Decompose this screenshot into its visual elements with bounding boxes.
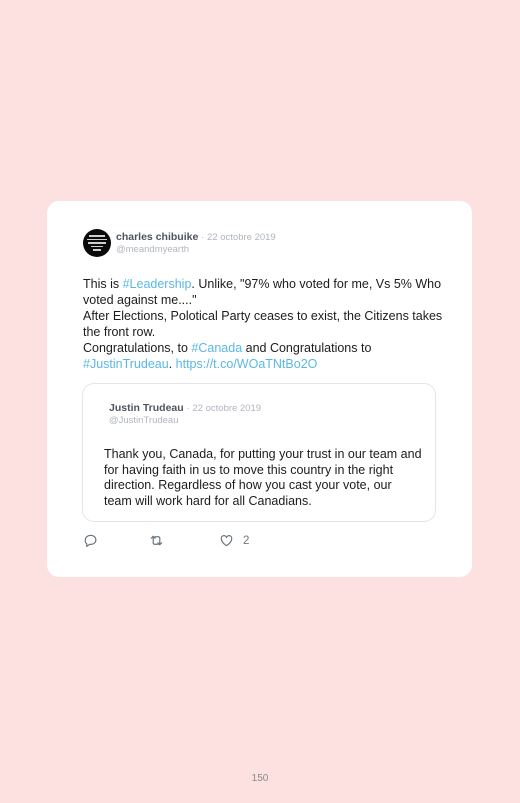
text-segment: Congratulations, to xyxy=(83,341,192,355)
page-number: 150 xyxy=(251,773,269,784)
quoted-tweet-date[interactable]: 22 octobre 2019 xyxy=(192,403,261,414)
author-handle[interactable]: @meandmyearth xyxy=(116,244,189,255)
tweet-author-line: charles chibuike · 22 octobre 2019 xyxy=(116,231,276,244)
quoted-author-handle[interactable]: @JustinTrudeau xyxy=(109,415,179,426)
quoted-author-name[interactable]: Justin Trudeau xyxy=(109,402,184,414)
like-button[interactable]: 2 xyxy=(219,533,249,548)
tweet-actions: 2 xyxy=(83,533,333,549)
text-segment: and Congratulations to xyxy=(242,341,372,355)
hashtag-link[interactable]: #Leadership xyxy=(123,277,192,291)
quoted-author-line: Justin Trudeau · 22 octobre 2019 xyxy=(109,402,261,414)
author-name[interactable]: charles chibuike xyxy=(116,231,198,243)
hashtag-link[interactable]: #Canada xyxy=(191,341,242,355)
hashtag-link[interactable]: #JustinTrudeau xyxy=(83,357,169,371)
quoted-tweet[interactable]: Justin Trudeau · 22 octobre 2019 @Justin… xyxy=(82,383,436,522)
speech-bubble-icon xyxy=(84,534,97,548)
reply-button[interactable] xyxy=(83,533,98,548)
text-segment: . xyxy=(168,357,176,371)
retweet-icon xyxy=(150,535,163,546)
tweet-date[interactable]: 22 octobre 2019 xyxy=(207,232,276,243)
tweet-card: charles chibuike · 22 octobre 2019 @mean… xyxy=(47,201,472,577)
retweet-button[interactable] xyxy=(149,533,164,548)
text-segment: After Elections, Polotical Party ceases … xyxy=(83,309,443,339)
url-link[interactable]: https://t.co/WOaTNtBo2O xyxy=(176,357,318,371)
like-count: 2 xyxy=(243,534,250,547)
avatar[interactable] xyxy=(83,229,111,257)
quoted-tweet-text: Thank you, Canada, for putting your trus… xyxy=(104,447,422,508)
text-segment: This is xyxy=(83,277,123,291)
heart-icon xyxy=(220,535,233,547)
tweet-text: This is #Leadership. Unlike, "97% who vo… xyxy=(83,276,443,372)
